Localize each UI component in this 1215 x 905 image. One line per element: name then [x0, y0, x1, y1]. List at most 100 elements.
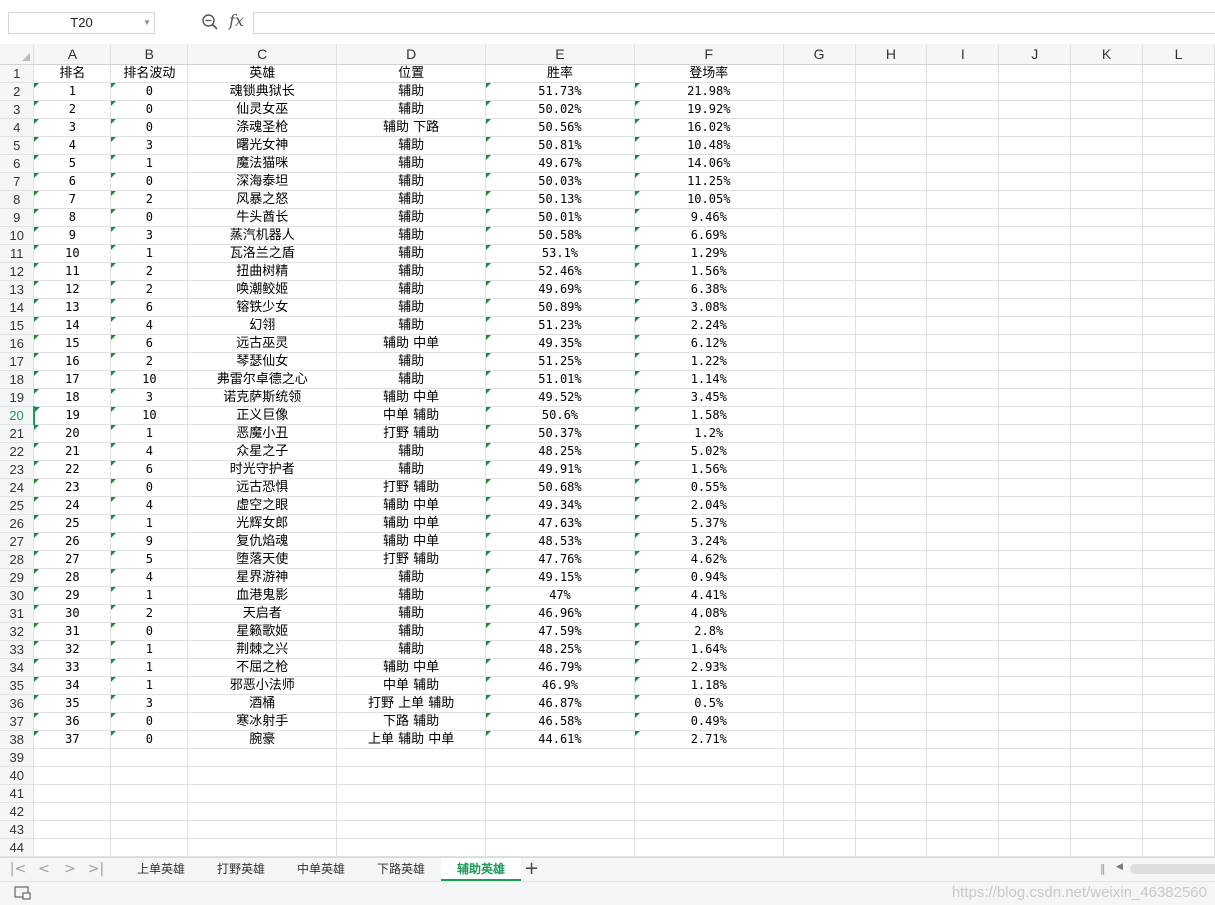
row-header[interactable]: 19 [0, 388, 35, 407]
cell[interactable] [998, 442, 1072, 461]
cell[interactable] [998, 100, 1072, 119]
fx-icon[interactable]: fx [229, 11, 244, 30]
cell[interactable]: 中单 辅助 [336, 406, 487, 425]
cell[interactable]: 49.34% [485, 496, 635, 515]
cell[interactable]: 22 [33, 460, 112, 479]
cell[interactable]: 寒冰射手 [187, 712, 338, 731]
cell[interactable] [1142, 370, 1215, 389]
cell[interactable] [855, 64, 928, 83]
cell[interactable]: 恶魔小丑 [187, 424, 338, 443]
cell[interactable] [783, 136, 856, 155]
cell[interactable]: 23 [33, 478, 112, 497]
cell[interactable]: 1 [110, 658, 189, 677]
cell[interactable] [783, 118, 856, 137]
cell[interactable]: 4 [33, 136, 112, 155]
cell[interactable] [998, 658, 1072, 677]
cell[interactable]: 辅助 [336, 622, 487, 641]
cell[interactable] [855, 640, 928, 659]
cell[interactable] [998, 370, 1072, 389]
cell[interactable] [998, 838, 1072, 857]
cell[interactable]: 打野 辅助 [336, 550, 487, 569]
cell[interactable]: 打野 辅助 [336, 478, 487, 497]
first-sheet-button[interactable]: |< [8, 860, 28, 878]
cell[interactable]: 49.15% [485, 568, 635, 587]
cell[interactable]: 打野 上单 辅助 [336, 694, 487, 713]
cell[interactable]: 1 [110, 586, 189, 605]
cell[interactable]: 48.53% [485, 532, 635, 551]
cell[interactable] [926, 532, 1000, 551]
cell[interactable] [485, 820, 635, 839]
cell[interactable]: 0 [110, 172, 189, 191]
cell[interactable]: 正义巨像 [187, 406, 338, 425]
cell[interactable] [926, 784, 1000, 803]
cell[interactable]: 0 [110, 622, 189, 641]
row-header[interactable]: 36 [0, 694, 35, 713]
cell[interactable] [926, 316, 1000, 335]
row-header[interactable]: 39 [0, 748, 35, 767]
cell[interactable]: 辅助 [336, 100, 487, 119]
cell[interactable]: 远古巫灵 [187, 334, 338, 353]
cell[interactable]: 33 [33, 658, 112, 677]
row-header[interactable]: 29 [0, 568, 35, 587]
cell[interactable]: 3 [110, 694, 189, 713]
cell[interactable]: 19.92% [634, 100, 784, 119]
column-header[interactable]: L [1142, 44, 1215, 65]
cell[interactable] [783, 100, 856, 119]
cell[interactable]: 1 [110, 640, 189, 659]
cell[interactable]: 11 [33, 262, 112, 281]
column-header[interactable]: I [926, 44, 1000, 65]
cell[interactable]: 2.24% [634, 316, 784, 335]
cell[interactable]: 12 [33, 280, 112, 299]
cell[interactable] [1070, 712, 1144, 731]
cell[interactable]: 胜率 [485, 64, 635, 83]
cell[interactable] [1142, 280, 1215, 299]
column-header[interactable]: F [634, 44, 784, 65]
cell[interactable] [1070, 424, 1144, 443]
cell[interactable] [1142, 136, 1215, 155]
cell[interactable]: 1 [110, 154, 189, 173]
cell[interactable] [783, 442, 856, 461]
cell[interactable]: 辅助 [336, 190, 487, 209]
row-header[interactable]: 8 [0, 190, 35, 209]
cell[interactable]: 5.02% [634, 442, 784, 461]
row-header[interactable]: 20 [0, 406, 35, 425]
cell[interactable] [926, 550, 1000, 569]
cell[interactable]: 辅助 中单 [336, 496, 487, 515]
row-header[interactable]: 18 [0, 370, 35, 389]
cell[interactable]: 弗雷尔卓德之心 [187, 370, 338, 389]
row-header[interactable]: 16 [0, 334, 35, 353]
cell[interactable] [855, 748, 928, 767]
cell[interactable] [998, 514, 1072, 533]
cell[interactable]: 0 [110, 730, 189, 749]
cell[interactable] [926, 586, 1000, 605]
cell[interactable] [1070, 820, 1144, 839]
cell[interactable] [1142, 82, 1215, 101]
cell[interactable]: 10.48% [634, 136, 784, 155]
cell[interactable]: 4.62% [634, 550, 784, 569]
cell[interactable] [926, 388, 1000, 407]
cell[interactable]: 辅助 中单 [336, 532, 487, 551]
cell[interactable] [1142, 550, 1215, 569]
cell[interactable]: 2 [110, 604, 189, 623]
cell[interactable]: 47.59% [485, 622, 635, 641]
cell[interactable] [1142, 766, 1215, 785]
row-header[interactable]: 5 [0, 136, 35, 155]
cell[interactable]: 50.03% [485, 172, 635, 191]
cell[interactable]: 2 [33, 100, 112, 119]
cell[interactable] [1070, 226, 1144, 245]
row-header[interactable]: 27 [0, 532, 35, 551]
cell[interactable] [783, 658, 856, 677]
cell[interactable]: 0 [110, 82, 189, 101]
cell[interactable] [998, 730, 1072, 749]
cell[interactable] [187, 748, 338, 767]
cell[interactable]: 47.76% [485, 550, 635, 569]
row-header[interactable]: 32 [0, 622, 35, 641]
cell[interactable]: 曙光女神 [187, 136, 338, 155]
cell[interactable]: 辅助 [336, 154, 487, 173]
cell[interactable]: 19 [33, 406, 112, 425]
cell[interactable] [783, 244, 856, 263]
cell[interactable] [1142, 352, 1215, 371]
cell[interactable]: 51.01% [485, 370, 635, 389]
cell[interactable] [1070, 838, 1144, 857]
cell[interactable] [783, 280, 856, 299]
